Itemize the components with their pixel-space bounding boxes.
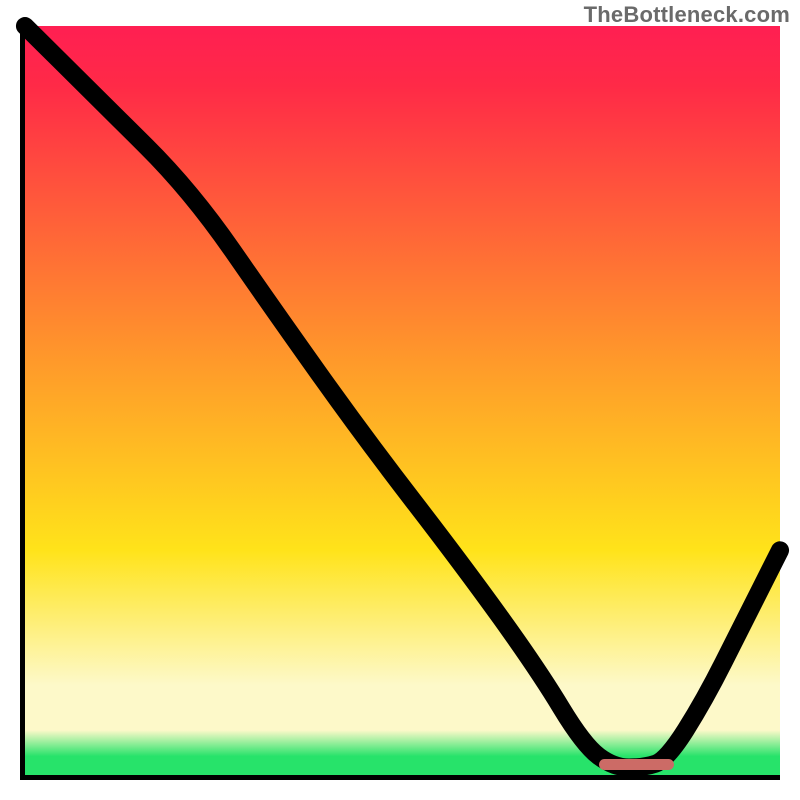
- watermark-text: TheBottleneck.com: [584, 2, 790, 28]
- x-axis: [20, 775, 780, 780]
- chart-stage: TheBottleneck.com: [0, 0, 800, 800]
- optimal-range-marker: [599, 759, 675, 770]
- bottleneck-curve: [25, 26, 780, 775]
